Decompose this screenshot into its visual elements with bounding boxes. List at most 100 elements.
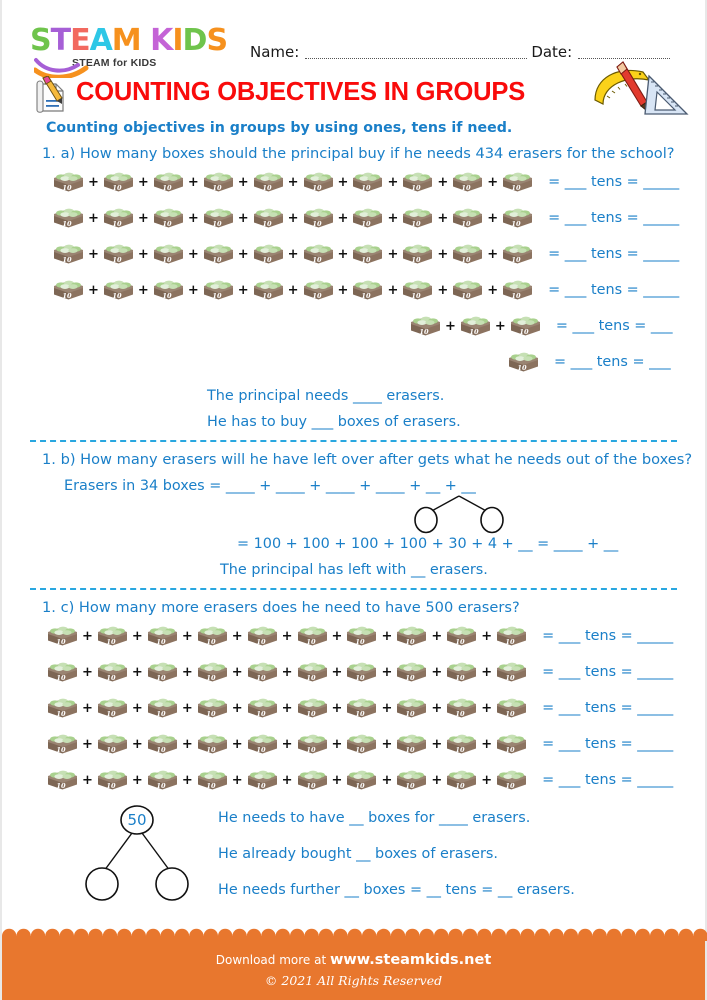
eraser-box-icon: 10 — [510, 316, 540, 336]
svg-text:10: 10 — [356, 746, 366, 754]
svg-text:10: 10 — [206, 746, 216, 754]
eraser-box-icon: 10 — [303, 208, 333, 228]
row-answer-blank[interactable]: = ___ tens = _____ — [548, 174, 679, 190]
page-subtitle: Counting objectives in groups by using o… — [46, 120, 513, 136]
svg-text:10: 10 — [512, 292, 522, 300]
plus-sign: + — [137, 246, 149, 262]
plus-sign: + — [431, 700, 443, 716]
eraser-box-icon: 10 — [147, 698, 177, 718]
plus-sign: + — [231, 628, 243, 644]
svg-text:10: 10 — [506, 638, 516, 646]
table-row: 10 +10 +10 +10 +10 +10 +10 +10 +10 +10 = ___ tens … — [2, 620, 705, 652]
svg-text:10: 10 — [56, 674, 66, 682]
steam-kids-logo: STEAM KIDS STEAM for KIDS — [30, 23, 228, 78]
row-answer-blank[interactable]: = ___ tens = _____ — [542, 700, 673, 716]
question-1a-prompt: 1. a) How many boxes should the principa… — [42, 145, 675, 162]
plus-sign: + — [287, 246, 299, 262]
eraser-box-icon: 10 — [54, 280, 83, 300]
svg-text:10: 10 — [512, 184, 522, 192]
svg-text:10: 10 — [162, 184, 172, 192]
svg-text:10: 10 — [469, 328, 479, 336]
eraser-box-icon: 10 — [97, 626, 127, 646]
svg-text:10: 10 — [462, 220, 472, 228]
svg-text:10: 10 — [256, 782, 266, 790]
eraser-box-icon: 10 — [347, 698, 377, 718]
plus-sign: + — [281, 700, 293, 716]
plus-sign: + — [181, 628, 193, 644]
svg-text:10: 10 — [112, 184, 122, 192]
svg-text:10: 10 — [406, 746, 416, 754]
number-bond-1c-icon: 50 — [85, 805, 189, 901]
eraser-box-icon: 10 — [447, 734, 477, 754]
table-row: 10 = ___ tens = ___ — [2, 346, 705, 378]
row-answer-blank[interactable]: = ___ tens = _____ — [542, 736, 673, 752]
logo-letter-7: I — [172, 23, 183, 58]
svg-text:10: 10 — [112, 256, 122, 264]
logo-tagline: STEAM for KIDS — [72, 57, 157, 69]
eraser-box-icon: 10 — [203, 208, 233, 228]
plus-sign: + — [281, 772, 293, 788]
row-answer-blank[interactable]: = ___ tens = ___ — [556, 318, 673, 334]
date-input-line[interactable] — [578, 45, 671, 59]
row-answer-blank[interactable]: = ___ tens = _____ — [548, 246, 679, 262]
eraser-box-icon: 10 — [147, 626, 177, 646]
svg-text:10: 10 — [456, 782, 466, 790]
eraser-box-icon: 10 — [197, 734, 227, 754]
row-answer-blank[interactable]: = ___ tens = _____ — [542, 664, 673, 680]
row-answer-blank[interactable]: = ___ tens = _____ — [542, 628, 673, 644]
eraser-box-icon: 10 — [197, 626, 227, 646]
logo-letter-3: A — [89, 23, 113, 58]
plus-sign: + — [481, 664, 493, 680]
plus-sign: + — [88, 210, 99, 226]
statement-line: He needs further __ boxes = __ tens = __… — [218, 882, 575, 898]
eraser-box-icon: 10 — [247, 626, 277, 646]
svg-text:10: 10 — [356, 674, 366, 682]
plus-sign: + — [287, 210, 299, 226]
eraser-box-icon: 10 — [297, 662, 327, 682]
statement-line: He needs to have __ boxes for ____ erase… — [218, 810, 531, 826]
svg-text:50: 50 — [127, 811, 146, 829]
row-answer-blank[interactable]: = ___ tens = _____ — [548, 282, 679, 298]
plus-sign: + — [381, 772, 393, 788]
svg-text:10: 10 — [262, 184, 272, 192]
eraser-box-icon: 10 — [54, 172, 83, 192]
name-date-row: Name: Date: — [250, 36, 695, 60]
plus-sign: + — [137, 282, 149, 298]
logo-letter-8: D — [182, 23, 208, 58]
eraser-box-icon: 10 — [203, 172, 233, 192]
name-input-line[interactable] — [305, 45, 528, 59]
svg-text:10: 10 — [106, 710, 116, 718]
question-1b-bond-area — [2, 494, 705, 534]
eraser-box-icon: 10 — [503, 244, 533, 264]
question-1c-prompt: 1. c) How many more erasers does he need… — [42, 599, 520, 616]
plus-sign: + — [181, 664, 193, 680]
table-row: 10 +10 +10 +10 +10 +10 +10 +10 +10 +10 = ___ tens … — [2, 166, 705, 198]
eraser-box-icon: 10 — [447, 770, 477, 790]
plus-sign: + — [82, 772, 93, 788]
eraser-box-icon: 10 — [297, 698, 327, 718]
eraser-box-icon: 10 — [48, 734, 77, 754]
svg-text:10: 10 — [256, 674, 266, 682]
svg-text:10: 10 — [62, 256, 72, 264]
eraser-box-icon: 10 — [397, 770, 427, 790]
footer-download-prefix: Download more at — [215, 953, 327, 967]
svg-text:10: 10 — [256, 638, 266, 646]
plus-sign: + — [82, 736, 93, 752]
plus-sign: + — [431, 772, 443, 788]
row-answer-blank[interactable]: = ___ tens = _____ — [542, 772, 673, 788]
svg-text:10: 10 — [412, 292, 422, 300]
row-answer-blank[interactable]: = ___ tens = _____ — [548, 210, 679, 226]
eraser-box-icon: 10 — [353, 280, 383, 300]
plus-sign: + — [337, 174, 349, 190]
eraser-box-icon: 10 — [347, 662, 377, 682]
plus-sign: + — [88, 246, 99, 262]
footer-website-link[interactable]: www.steamkids.net — [330, 952, 491, 968]
plus-sign: + — [187, 174, 199, 190]
eraser-box-icon: 10 — [147, 770, 177, 790]
svg-text:10: 10 — [256, 746, 266, 754]
plus-sign: + — [131, 772, 143, 788]
svg-text:10: 10 — [262, 292, 272, 300]
logo-letter-9: S — [206, 23, 228, 58]
eraser-box-icon: 10 — [297, 734, 327, 754]
row-answer-blank[interactable]: = ___ tens = ___ — [554, 354, 671, 370]
